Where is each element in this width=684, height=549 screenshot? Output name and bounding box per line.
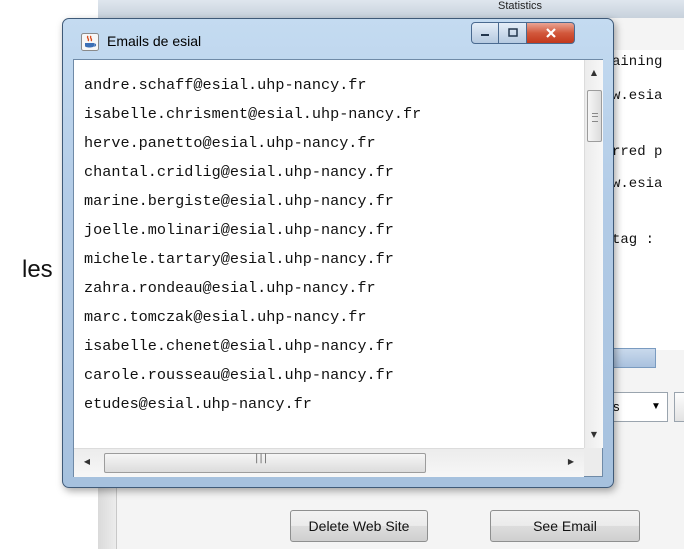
list-item[interactable]: etudes@esial.uhp-nancy.fr	[84, 395, 312, 413]
scroll-left-arrow-icon[interactable]: ◀	[78, 457, 96, 466]
grip-icon	[592, 113, 598, 122]
list-item[interactable]: chantal.cridlig@esial.uhp-nancy.fr	[84, 163, 394, 181]
minimize-button[interactable]	[471, 22, 499, 44]
background-text-fragment: rred p	[612, 144, 663, 160]
grip-icon: |||	[255, 453, 269, 464]
list-item[interactable]: carole.rousseau@esial.uhp-nancy.fr	[84, 366, 394, 384]
chevron-down-icon: ▼	[651, 401, 661, 412]
see-email-button[interactable]: See Email	[490, 510, 640, 542]
maximize-icon	[507, 28, 518, 37]
vertical-scroll-thumb[interactable]	[587, 90, 602, 142]
vertical-scrollbar[interactable]: ▲ ▼	[584, 60, 603, 448]
list-item[interactable]: marine.bergiste@esial.uhp-nancy.fr	[84, 192, 394, 210]
scroll-right-arrow-icon[interactable]: ▶	[562, 457, 580, 466]
scrollbar-corner	[584, 448, 602, 476]
list-item[interactable]: isabelle.chenet@esial.uhp-nancy.fr	[84, 337, 394, 355]
background-window-titlebar: Statistics	[98, 0, 684, 19]
email-list[interactable]: andre.schaff@esial.uhp-nancy.fr isabelle…	[74, 60, 582, 448]
side-label: les	[22, 256, 53, 283]
list-item[interactable]: michele.tartary@esial.uhp-nancy.fr	[84, 250, 394, 268]
list-item[interactable]: zahra.rondeau@esial.uhp-nancy.fr	[84, 279, 376, 297]
close-button[interactable]	[527, 22, 575, 44]
minimize-icon	[481, 34, 489, 36]
background-window-title: Statistics	[498, 0, 543, 12]
background-text-fragment: w.esia	[612, 88, 663, 104]
list-item[interactable]: herve.panetto@esial.uhp-nancy.fr	[84, 134, 376, 152]
list-item[interactable]: isabelle.chrisment@esial.uhp-nancy.fr	[84, 105, 421, 123]
horizontal-scroll-thumb[interactable]: |||	[104, 453, 426, 473]
list-item[interactable]: joelle.molinari@esial.uhp-nancy.fr	[84, 221, 394, 239]
list-item[interactable]: marc.tomczak@esial.uhp-nancy.fr	[84, 308, 367, 326]
dialog-title: Emails de esial	[107, 33, 202, 49]
emails-dialog: Emails de esial andre.schaff@esial.uhp-n…	[62, 18, 614, 488]
delete-web-site-button[interactable]: Delete Web Site	[290, 510, 428, 542]
scroll-up-arrow-icon[interactable]: ▲	[585, 68, 603, 77]
caption-buttons	[471, 22, 575, 46]
background-text-fragment: w.esia	[612, 176, 663, 192]
background-small-button[interactable]	[674, 392, 684, 422]
horizontal-scrollbar[interactable]: ◀ ||| ▶	[74, 448, 584, 477]
list-item[interactable]: andre.schaff@esial.uhp-nancy.fr	[84, 76, 367, 94]
scroll-down-arrow-icon[interactable]: ▼	[585, 430, 603, 439]
background-text-fragment: aining	[612, 54, 663, 70]
close-icon	[545, 28, 556, 38]
email-list-panel: andre.schaff@esial.uhp-nancy.fr isabelle…	[73, 59, 603, 477]
java-icon	[81, 33, 99, 51]
background-text-fragment: tag :	[612, 232, 655, 248]
background-combo-box[interactable]: s ▼	[606, 392, 668, 422]
maximize-button[interactable]	[499, 22, 527, 44]
